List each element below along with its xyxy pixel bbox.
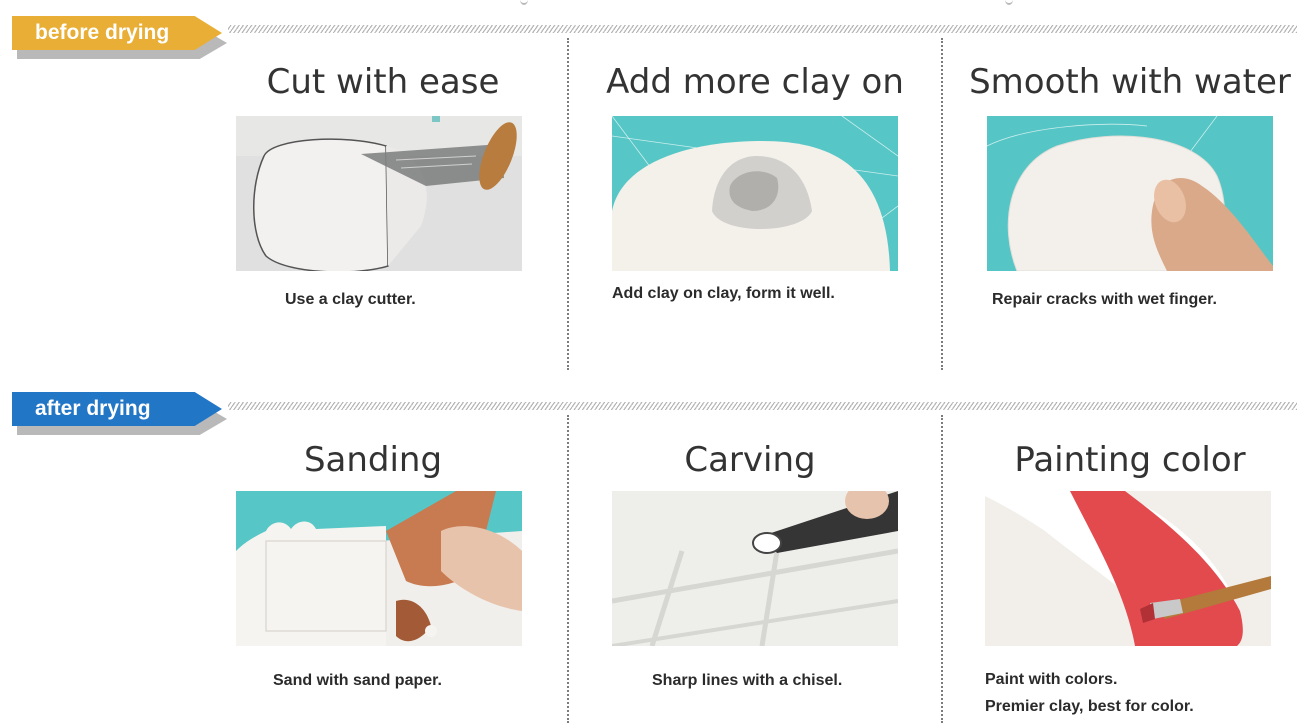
column-divider: [941, 415, 943, 723]
top-cutoff-mark-right: [1005, 0, 1013, 5]
painting-image: [985, 491, 1271, 646]
after-drying-label: after drying: [35, 397, 151, 420]
clay-cutter-image: [236, 116, 522, 271]
hatched-rule-top: [228, 25, 1297, 33]
card-title-smooth: Smooth with water: [969, 62, 1291, 102]
column-divider: [567, 38, 569, 370]
hatched-rule-bottom: [228, 402, 1297, 410]
caption-painting-line-1: Paint with colors.: [985, 671, 1118, 688]
photo-smooth-water: [987, 116, 1273, 271]
caption-painting: Paint with colors. Premier clay, best fo…: [985, 666, 1194, 720]
before-drying-tag: before drying: [12, 16, 227, 59]
column-divider: [567, 415, 569, 723]
caption-painting-line-2: Premier clay, best for color.: [985, 698, 1194, 715]
top-cutoff-mark-left: [520, 0, 528, 5]
card-title-carving: Carving: [684, 440, 816, 480]
carving-image: [612, 491, 898, 646]
clay-technique-sheet: before drying after drying Cut with ease…: [0, 0, 1297, 723]
before-drying-label: before drying: [35, 21, 170, 44]
sanding-image: [236, 491, 522, 646]
photo-carving: [612, 491, 898, 646]
card-title-painting: Painting color: [1014, 440, 1246, 480]
caption-smooth: Repair cracks with wet finger.: [992, 291, 1217, 308]
card-title-cut: Cut with ease: [266, 62, 500, 102]
card-title-add-clay: Add more clay on: [606, 62, 904, 102]
photo-sanding: [236, 491, 522, 646]
add-clay-image: [612, 116, 898, 271]
caption-cut: Use a clay cutter.: [285, 291, 416, 308]
after-drying-tag: after drying: [12, 392, 227, 435]
photo-clay-cutter: [236, 116, 522, 271]
smooth-water-image: [987, 116, 1273, 271]
column-divider: [941, 38, 943, 370]
caption-sanding: Sand with sand paper.: [273, 672, 442, 689]
caption-add-clay: Add clay on clay, form it well.: [612, 285, 835, 302]
card-title-sanding: Sanding: [303, 440, 443, 480]
photo-painting: [985, 491, 1271, 646]
caption-carving: Sharp lines with a chisel.: [652, 672, 843, 689]
photo-add-clay: [612, 116, 898, 271]
